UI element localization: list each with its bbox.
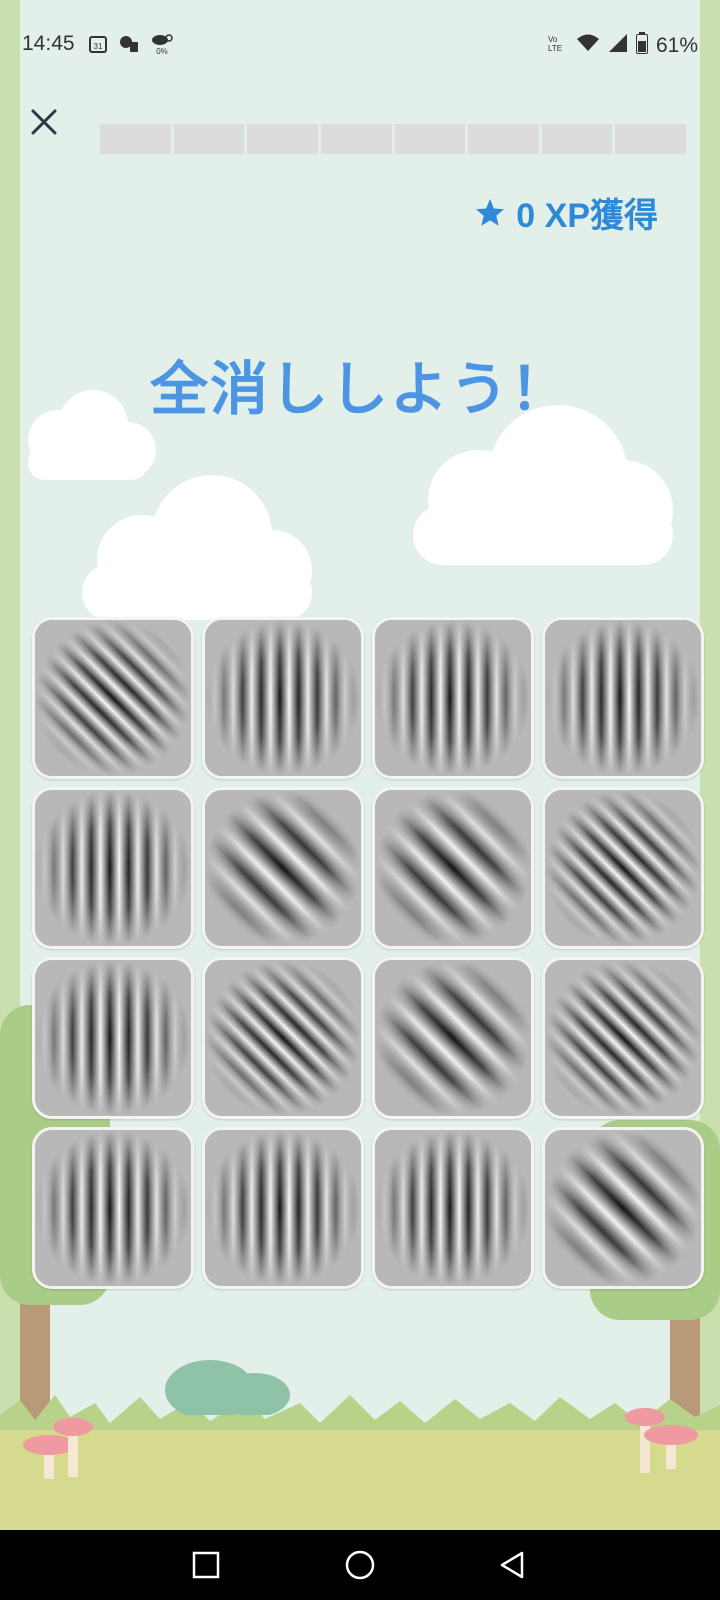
pattern-image (545, 960, 701, 1116)
progress-segment (541, 124, 613, 154)
pattern-image (35, 620, 191, 776)
battery-percent: 61% (655, 33, 698, 57)
close-icon (31, 109, 57, 135)
calendar-icon: 31 (88, 34, 108, 59)
pattern-image (375, 1130, 531, 1286)
game-card[interactable] (372, 957, 534, 1119)
back-icon (500, 1551, 524, 1579)
progress-segment (320, 124, 392, 154)
signal-icon (608, 33, 628, 58)
volte-top: Vo (548, 35, 558, 44)
bush-decoration (165, 1360, 290, 1415)
progress-segment (468, 124, 539, 154)
game-card[interactable] (202, 617, 364, 779)
game-card[interactable] (542, 787, 704, 949)
progress-bar (100, 124, 686, 154)
status-bar: 14:45 31 0% Vo LTE 61% (0, 0, 720, 88)
game-card[interactable] (32, 957, 194, 1119)
calendar-day: 31 (94, 42, 103, 51)
game-card[interactable] (202, 957, 364, 1119)
game-card[interactable] (32, 617, 194, 779)
status-icons-left: 31 0% (88, 32, 174, 61)
pattern-image (375, 960, 531, 1116)
cloud-decoration (413, 405, 673, 565)
progress-segment (173, 124, 245, 154)
recents-button[interactable] (188, 1547, 224, 1583)
pattern-image (205, 620, 361, 776)
pattern-image (35, 1130, 191, 1286)
game-card[interactable] (372, 617, 534, 779)
volte-icon: Vo LTE (546, 33, 568, 58)
pattern-image (545, 790, 701, 946)
pattern-image (205, 1130, 361, 1286)
game-card[interactable] (372, 1127, 534, 1289)
mushroom-decoration (625, 1408, 698, 1473)
card-grid (32, 617, 707, 1289)
weather-percent: 0% (156, 47, 168, 56)
weather-icon: 0% (150, 32, 174, 61)
status-time: 14:45 (22, 32, 75, 55)
xp-value: 0 XP獲得 (516, 197, 658, 235)
game-card[interactable] (372, 787, 534, 949)
volte-bottom: LTE (548, 44, 562, 53)
navigation-bar (0, 1530, 720, 1600)
battery-icon (635, 32, 648, 59)
lock-icon (118, 34, 140, 59)
progress-segment (615, 124, 686, 154)
xp-counter: 0 XP獲得 (474, 188, 658, 237)
close-button[interactable] (26, 104, 62, 140)
pattern-image (375, 620, 531, 776)
game-card[interactable] (542, 617, 704, 779)
pattern-image (375, 790, 531, 946)
progress-segment (247, 124, 318, 154)
pattern-image (545, 620, 701, 776)
home-icon (345, 1550, 375, 1580)
pattern-image (545, 1130, 701, 1286)
pattern-image (35, 960, 191, 1116)
game-card[interactable] (202, 1127, 364, 1289)
progress-segment (100, 124, 171, 154)
pattern-image (35, 790, 191, 946)
wifi-icon (576, 33, 600, 58)
home-button[interactable] (342, 1547, 378, 1583)
ground-decoration (0, 1430, 720, 1530)
back-button[interactable] (494, 1547, 530, 1583)
cloud-decoration (82, 475, 312, 620)
pattern-image (205, 790, 361, 946)
game-card[interactable] (32, 787, 194, 949)
game-card[interactable] (202, 787, 364, 949)
game-card[interactable] (542, 1127, 704, 1289)
status-icons-right: Vo LTE 61% (546, 32, 698, 59)
game-card[interactable] (542, 957, 704, 1119)
pattern-image (205, 960, 361, 1116)
recents-icon (192, 1551, 220, 1579)
game-card[interactable] (32, 1127, 194, 1289)
star-icon (476, 198, 505, 226)
mushroom-decoration (23, 1418, 93, 1479)
progress-segment (394, 124, 466, 154)
